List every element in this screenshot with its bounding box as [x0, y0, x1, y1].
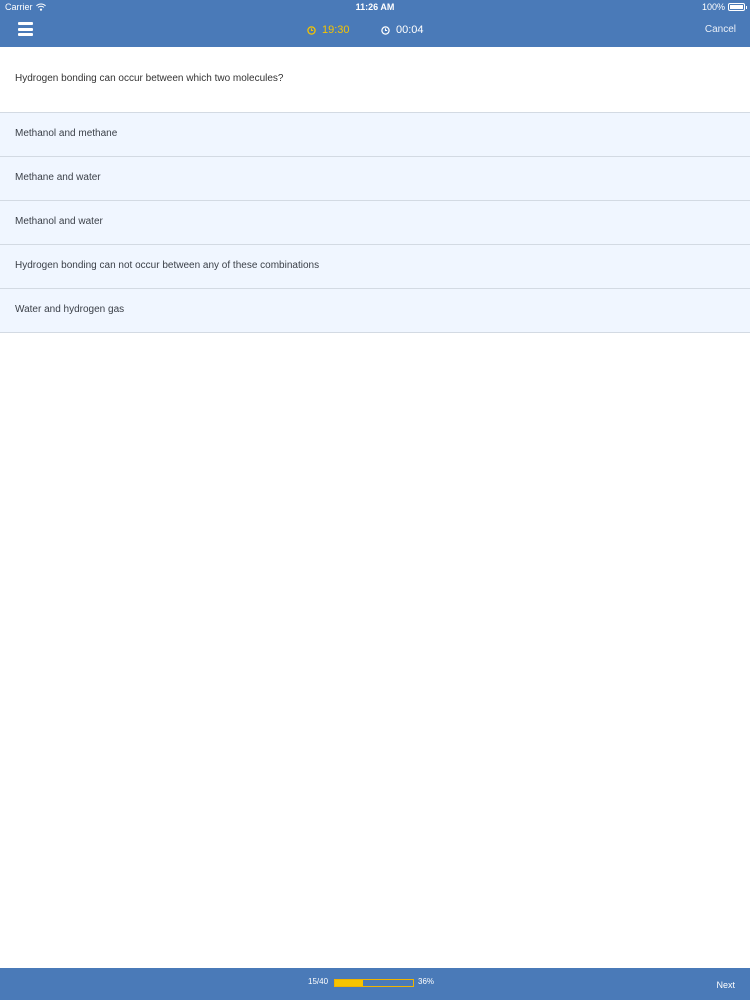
progress-percent: 36% [418, 977, 435, 986]
time-elapsed: 00:04 [381, 22, 424, 38]
answer-option[interactable]: Water and hydrogen gas [0, 289, 750, 333]
cancel-button[interactable]: Cancel [705, 24, 736, 35]
clock-icon [381, 25, 390, 35]
next-button[interactable]: Next [716, 980, 735, 990]
answer-option[interactable]: Hydrogen bonding can not occur between a… [0, 245, 750, 289]
answer-label: Methane and water [15, 172, 101, 183]
progress-bar [334, 979, 414, 987]
answer-option[interactable]: Methanol and water [0, 201, 750, 245]
question-text: Hydrogen bonding can occur between which… [15, 73, 284, 84]
battery-icon [728, 3, 747, 11]
answer-label: Methanol and methane [15, 128, 118, 139]
time-remaining: 19:30 [307, 22, 350, 38]
progress-fill [335, 980, 364, 986]
hamburger-menu-icon[interactable] [18, 22, 33, 36]
question-panel: Hydrogen bonding can occur between which… [0, 47, 750, 113]
answer-label: Water and hydrogen gas [15, 304, 125, 315]
answer-option[interactable]: Methanol and methane [0, 113, 750, 157]
answer-list: Methanol and methane Methane and water M… [0, 113, 750, 333]
answer-label: Hydrogen bonding can not occur between a… [15, 260, 320, 271]
time-elapsed-value: 00:04 [396, 24, 424, 36]
top-bar: Carrier 11:26 AM 100% 19:30 00:04 Cancel [0, 0, 750, 47]
answer-option[interactable]: Methane and water [0, 157, 750, 201]
bottom-bar: 15/40 36% Next [0, 968, 750, 1000]
battery-percent: 100% [701, 2, 725, 12]
clock-icon [307, 25, 316, 35]
answer-label: Methanol and water [15, 216, 103, 227]
progress-count: 15/40 [308, 977, 329, 986]
status-time: 11:26 AM [355, 2, 395, 12]
time-remaining-value: 19:30 [322, 24, 350, 36]
battery-status: 100% [701, 2, 747, 12]
status-bar: Carrier 11:26 AM 100% [0, 0, 750, 14]
